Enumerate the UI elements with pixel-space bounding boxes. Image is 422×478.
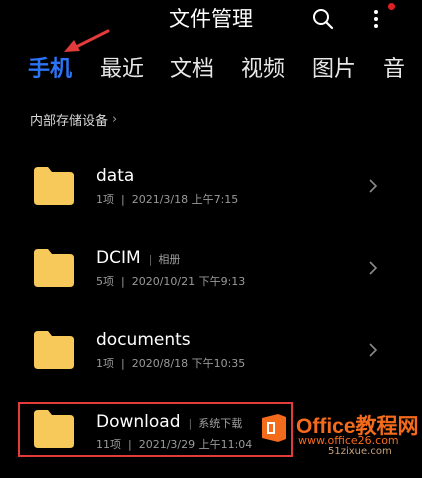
folder-date: 2020/10/21 下午9:13 [131, 275, 246, 288]
watermark: Office教程网 www.office26.com 51zixue.com [258, 410, 422, 460]
folder-icon [34, 249, 74, 287]
notification-dot [388, 3, 395, 10]
chevron-right-icon [369, 261, 378, 275]
folder-count: 1项 [96, 193, 114, 206]
list-item[interactable]: DCIM相册 5项 | 2020/10/21 下午9:13 [0, 230, 422, 310]
tab-videos[interactable]: 视频 [241, 52, 285, 88]
list-item[interactable]: data 1项 | 2021/3/18 上午7:15 [0, 148, 422, 228]
folder-date: 2021/3/18 上午7:15 [131, 193, 239, 206]
folder-count: 5项 [96, 275, 114, 288]
watermark-sub: 51zixue.com [328, 446, 392, 457]
list-item[interactable]: documents 1项 | 2020/8/18 下午10:35 [0, 312, 422, 392]
folder-name: documents [96, 330, 191, 350]
chevron-right-icon: › [112, 112, 118, 127]
chevron-right-icon [369, 343, 378, 357]
search-icon[interactable] [312, 8, 334, 30]
more-vertical-icon[interactable] [370, 8, 382, 30]
tab-images[interactable]: 图片 [312, 52, 356, 88]
folder-icon [34, 331, 74, 369]
chevron-right-icon [369, 179, 378, 193]
category-tabs: 手机 最近 文档 视频 图片 音 [0, 52, 422, 88]
tab-documents[interactable]: 文档 [170, 52, 214, 88]
folder-date: 2020/8/18 下午10:35 [131, 357, 246, 370]
folder-tag: 相册 [149, 253, 181, 266]
tab-recent[interactable]: 最近 [100, 52, 144, 88]
folder-name: DCIM [96, 248, 141, 268]
highlight-box [18, 402, 293, 457]
tab-audio[interactable]: 音 [383, 52, 405, 88]
office-logo-icon [262, 414, 286, 442]
folder-icon [34, 167, 74, 205]
section-label: 内部存储设备 [30, 114, 109, 129]
tab-phone[interactable]: 手机 [28, 52, 72, 88]
folder-name: data [96, 166, 135, 186]
storage-breadcrumb[interactable]: 内部存储设备 › [30, 110, 117, 129]
folder-count: 1项 [96, 357, 114, 370]
pointer-arrow-icon [64, 29, 110, 52]
